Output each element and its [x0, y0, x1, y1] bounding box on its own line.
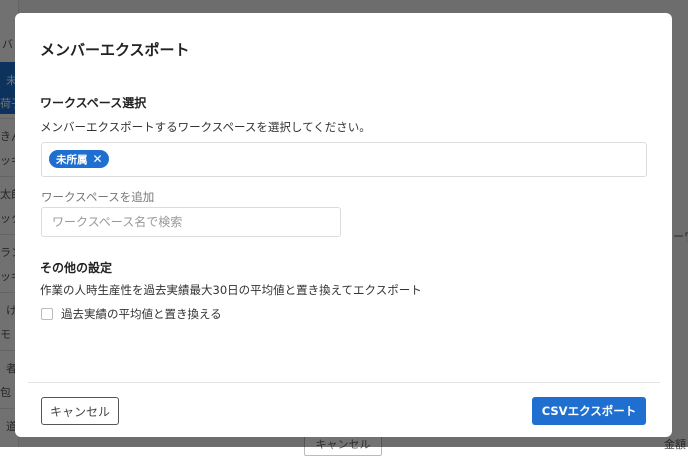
workspace-section-title: ワークスペース選択	[40, 96, 147, 110]
footer-divider	[28, 382, 660, 383]
workspace-tag-label: 未所属	[56, 153, 88, 166]
member-export-dialog: メンバーエクスポート ワークスペース選択 メンバーエクスポートするワークスペース…	[15, 13, 672, 437]
selected-workspaces-box[interactable]: 未所属 ✕	[41, 142, 647, 177]
replace-average-label[interactable]: 過去実績の平均値と置き換える	[61, 306, 222, 322]
close-icon[interactable]: ✕	[93, 153, 103, 165]
replace-average-option[interactable]: 過去実績の平均値と置き換える	[41, 306, 222, 322]
csv-export-button[interactable]: CSVエクスポート	[532, 397, 646, 425]
workspace-tag: 未所属 ✕	[49, 150, 109, 168]
add-workspace-label: ワークスペースを追加	[41, 190, 155, 204]
dialog-title: メンバーエクスポート	[40, 41, 190, 59]
other-settings-description: 作業の人時生産性を過去実績最大30日の平均値と置き換えてエクスポート	[40, 283, 422, 297]
other-settings-title: その他の設定	[40, 261, 113, 275]
cancel-button[interactable]: キャンセル	[41, 397, 119, 425]
workspace-search-input[interactable]	[41, 207, 341, 237]
workspace-section-description: メンバーエクスポートするワークスペースを選択してください。	[40, 120, 371, 134]
replace-average-checkbox[interactable]	[41, 308, 53, 320]
